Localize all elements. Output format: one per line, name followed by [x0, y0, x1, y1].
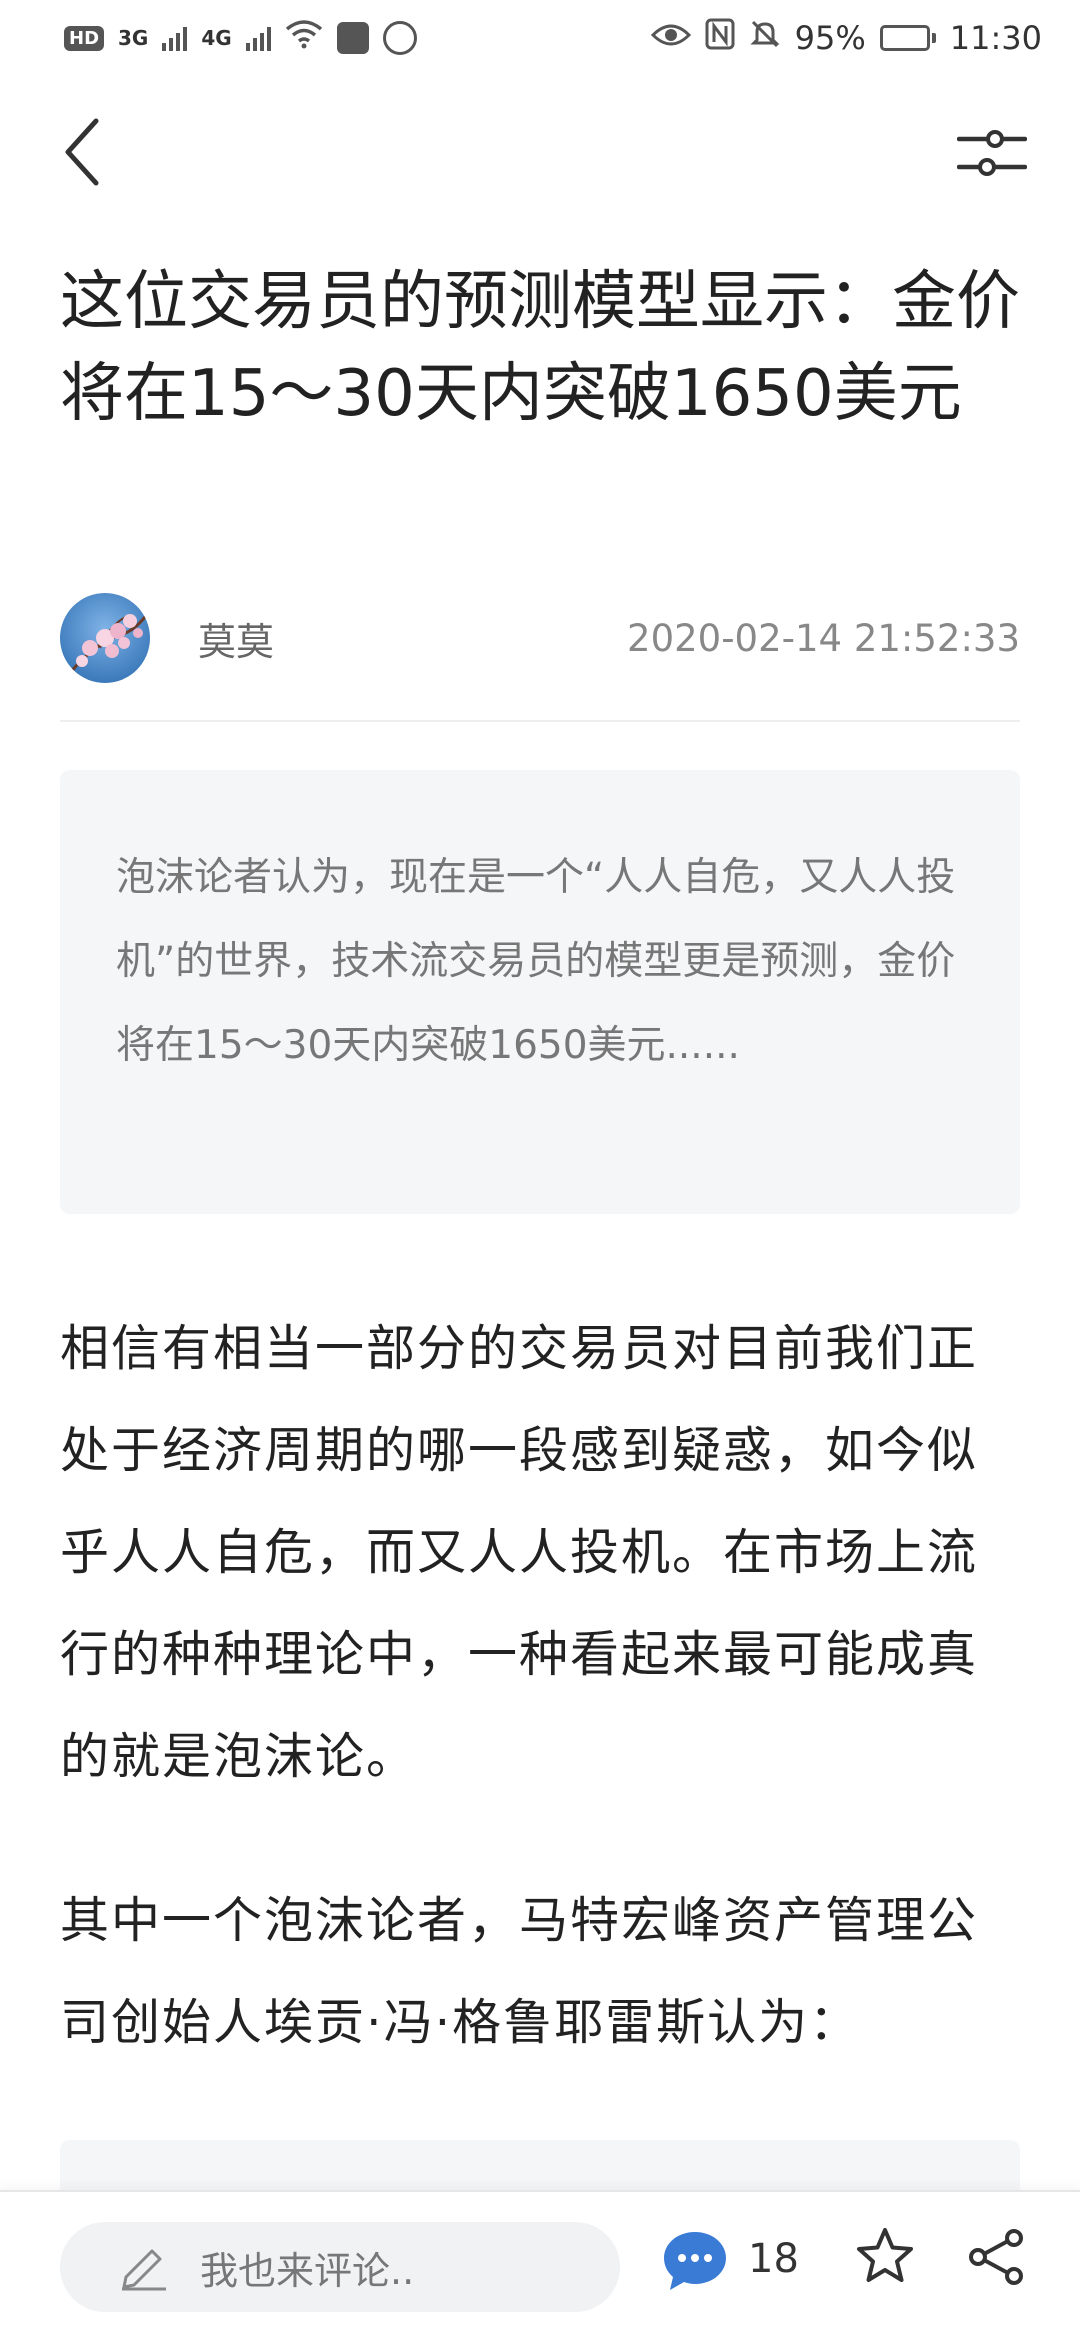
chat-bubble-icon [664, 2232, 726, 2290]
hd-icon: HD [64, 25, 105, 51]
star-icon [857, 2228, 913, 2282]
sliders-icon [957, 130, 1027, 176]
comment-placeholder: 我也来评论.. [200, 2248, 415, 2293]
comment-input[interactable]: 我也来评论.. [60, 2222, 620, 2312]
comment-count: 18 [748, 2236, 799, 2282]
nfc-icon [705, 18, 735, 58]
bottom-bar: 我也来评论.. 18 [0, 2190, 1080, 2340]
settings-button[interactable] [954, 120, 1030, 186]
status-right: 95% 11:30 [650, 18, 1042, 58]
publish-time: 2020-02-14 21:52:33 [627, 616, 1020, 660]
article-paragraph: 其中一个泡沫论者，马特宏峰资产管理公司创始人埃贡·冯·格鲁耶雷斯认为： [60, 1892, 979, 2051]
favorite-button[interactable] [852, 2224, 918, 2290]
pencil-icon [118, 2241, 170, 2293]
eye-icon [650, 19, 691, 57]
network-3g-label: 3G [118, 26, 149, 50]
nav-bar [0, 100, 1080, 210]
clock: 11:30 [949, 19, 1042, 57]
status-bar: HD 3G 4G 95% 11:30 [0, 0, 1080, 76]
summary-text: 泡沫论者认为，现在是一个“人人自危，又人人投机”的世界，技术流交易员的模型更是预… [116, 855, 956, 1068]
share-button[interactable] [964, 2224, 1030, 2290]
signal-icon [162, 25, 188, 51]
share-icon [969, 2229, 1023, 2285]
back-button[interactable] [52, 112, 112, 192]
battery-icon [879, 25, 936, 51]
author-row: 莫莫 2020-02-14 21:52:33 [60, 592, 1020, 684]
divider [60, 720, 1020, 722]
signal-icon-2 [245, 25, 271, 51]
network-4g-label: 4G [201, 26, 232, 50]
mute-icon [749, 18, 781, 58]
article-paragraph: 相信有相当一部分的交易员对目前我们正处于经济周期的哪一段感到疑惑，如今似乎人人自… [60, 1320, 979, 1785]
article-title: 这位交易员的预测模型显示：金价将在15～30天内突破1650美元 [60, 265, 1020, 431]
comment-button[interactable] [660, 2226, 730, 2296]
status-left: HD 3G 4G [64, 19, 417, 57]
hand-notification-icon [382, 21, 417, 55]
back-arrow-icon [65, 118, 99, 186]
author-name[interactable]: 莫莫 [198, 611, 274, 666]
summary-box: 泡沫论者认为，现在是一个“人人自危，又人人投机”的世界，技术流交易员的模型更是预… [60, 770, 1020, 1214]
avatar[interactable] [60, 593, 150, 683]
wifi-icon [285, 19, 323, 57]
battery-percent: 95% [794, 19, 866, 57]
app-notification-icon [336, 22, 369, 54]
